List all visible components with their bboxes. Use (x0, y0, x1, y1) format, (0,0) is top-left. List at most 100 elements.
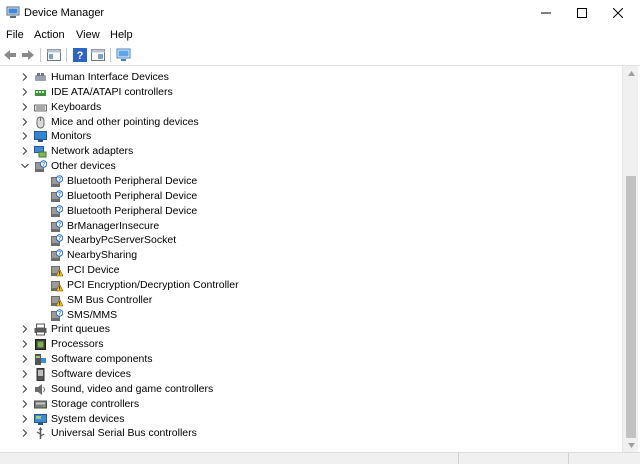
chevron-right-icon[interactable] (20, 384, 30, 394)
scroll-down-button[interactable] (623, 438, 639, 452)
scan-hardware-icon[interactable] (116, 47, 132, 63)
chevron-right-icon[interactable] (20, 354, 30, 364)
network-icon (34, 146, 47, 158)
svg-text:?: ? (58, 192, 61, 198)
printer-icon (34, 323, 47, 336)
chevron-right-icon[interactable] (20, 72, 30, 82)
tree-item-label: Software components (51, 353, 153, 366)
svg-text:?: ? (42, 162, 45, 168)
tree-category[interactable]: Software components (0, 352, 622, 367)
tree-item-label: Sound, video and game controllers (51, 382, 214, 395)
window-title: Device Manager (24, 7, 105, 19)
svg-text:?: ? (58, 236, 61, 242)
chevron-right-icon[interactable] (20, 339, 30, 349)
unknown-device-icon: ? (51, 175, 63, 187)
svg-text:?: ? (58, 311, 61, 317)
system-device-icon (34, 413, 47, 425)
tree-device[interactable]: ? NearbyPcServerSocket (0, 233, 622, 248)
status-bar (0, 452, 640, 464)
tree-item-label: System devices (51, 412, 125, 425)
chevron-right-icon[interactable] (20, 399, 30, 409)
tree-category[interactable]: Sound, video and game controllers (0, 382, 622, 397)
tree-category[interactable]: Human Interface Devices (0, 70, 622, 85)
tree-item-label: NearbyPcServerSocket (67, 234, 177, 247)
tree-category[interactable]: Network adapters (0, 144, 622, 159)
tree-category[interactable]: Mice and other pointing devices (0, 115, 622, 130)
software-component-icon (35, 354, 46, 366)
tree-item-label: Print queues (51, 323, 110, 336)
chevron-up-icon (627, 70, 635, 76)
chevron-right-icon[interactable] (20, 146, 30, 156)
menu-file[interactable]: File (6, 29, 24, 41)
toolbar-separator (110, 48, 111, 62)
chevron-right-icon[interactable] (20, 369, 30, 379)
tree-device[interactable]: ? BrManagerInsecure (0, 219, 622, 234)
unknown-device-icon: ? (51, 219, 63, 232)
properties-icon[interactable] (46, 47, 62, 63)
toolbar-separator (40, 48, 41, 62)
status-divider (458, 453, 459, 464)
tree-item-label: SM Bus Controller (67, 293, 153, 306)
tree-category[interactable]: Universal Serial Bus controllers (0, 426, 622, 441)
tree-device[interactable]: ? Bluetooth Peripheral Device (0, 174, 622, 189)
svg-text:?: ? (77, 50, 84, 62)
tree-device[interactable]: ? SMS/MMS (0, 308, 622, 323)
maximize-icon (577, 8, 587, 18)
tree-category[interactable]: Print queues (0, 322, 622, 337)
tree-item-label: Keyboards (51, 100, 102, 113)
tree-category[interactable]: ? Other devices (0, 159, 622, 174)
unknown-device-icon: ? (35, 160, 47, 173)
minimize-icon (541, 12, 551, 14)
tree-device[interactable]: PCI Device (0, 263, 622, 278)
warning-device-icon (51, 266, 63, 277)
tree-device[interactable]: ? NearbySharing (0, 248, 622, 263)
chevron-right-icon[interactable] (20, 117, 30, 127)
tree-device[interactable]: ? Bluetooth Peripheral Device (0, 204, 622, 219)
scrollbar-thumb[interactable] (626, 176, 636, 438)
chevron-down-icon[interactable] (20, 161, 30, 171)
tree-category[interactable]: Storage controllers (0, 397, 622, 412)
unknown-device-icon: ? (51, 308, 63, 321)
chevron-right-icon[interactable] (20, 414, 30, 424)
svg-text:?: ? (58, 222, 61, 228)
maximize-button[interactable] (564, 0, 600, 26)
keyboard-icon (34, 104, 47, 112)
close-button[interactable] (600, 0, 636, 26)
speaker-icon (35, 383, 45, 395)
tree-device[interactable]: SM Bus Controller (0, 293, 622, 308)
help-icon[interactable]: ? (72, 47, 88, 63)
tree-category[interactable]: Processors (0, 337, 622, 352)
tree-item-label: IDE ATA/ATAPI controllers (51, 85, 173, 98)
chevron-right-icon[interactable] (20, 131, 30, 141)
tree-item-label: Monitors (51, 130, 92, 143)
chevron-right-icon[interactable] (20, 87, 30, 97)
unknown-device-icon: ? (51, 190, 63, 202)
scroll-up-button[interactable] (623, 66, 639, 80)
tree-item-label: Bluetooth Peripheral Device (67, 174, 198, 187)
chevron-right-icon[interactable] (20, 428, 30, 438)
usb-icon (36, 427, 45, 440)
chevron-right-icon[interactable] (20, 324, 30, 334)
tree-category[interactable]: IDE ATA/ATAPI controllers (0, 85, 622, 100)
close-icon (613, 8, 623, 18)
chevron-right-icon[interactable] (20, 102, 30, 112)
minimize-button[interactable] (528, 0, 564, 26)
tree-device[interactable]: ? Bluetooth Peripheral Device (0, 189, 622, 204)
tree-category[interactable]: Keyboards (0, 100, 622, 115)
tree-category[interactable]: Software devices (0, 367, 622, 382)
back-arrow-icon[interactable] (2, 47, 18, 63)
menu-view[interactable]: View (76, 29, 100, 41)
tree-device[interactable]: PCI Encryption/Decryption Controller (0, 278, 622, 293)
forward-arrow-icon[interactable] (20, 47, 36, 63)
device-manager-icon (6, 6, 20, 18)
menu-help[interactable]: Help (110, 29, 133, 41)
menu-action[interactable]: Action (34, 29, 65, 41)
tree-category[interactable]: System devices (0, 412, 622, 427)
tree-item-label: BrManagerInsecure (67, 219, 160, 232)
software-device-icon (36, 368, 45, 381)
device-tree: Human Interface Devices IDE ATA/ATAPI con… (0, 66, 622, 452)
tree-category[interactable]: Monitors (0, 129, 622, 144)
unknown-device-icon: ? (51, 249, 63, 262)
vertical-scrollbar[interactable] (622, 66, 638, 452)
update-driver-icon[interactable] (90, 47, 106, 63)
